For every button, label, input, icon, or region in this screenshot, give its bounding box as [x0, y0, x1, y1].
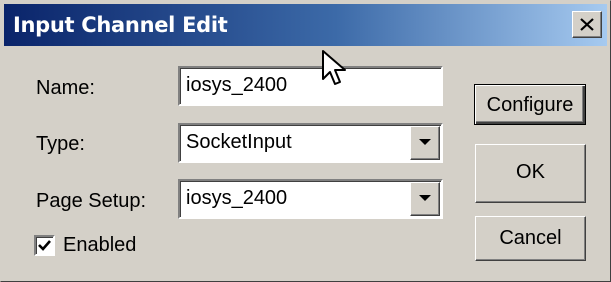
- type-select-value: SocketInput: [186, 131, 292, 153]
- ok-button-label: OK: [516, 161, 545, 183]
- type-label: Type:: [36, 133, 85, 155]
- ok-button[interactable]: OK: [475, 144, 586, 203]
- close-icon: [580, 18, 594, 31]
- name-label: Name:: [36, 77, 95, 99]
- cancel-button-label: Cancel: [499, 227, 562, 249]
- input-channel-edit-dialog: Input Channel Edit Name: iosys_2400 Type…: [0, 0, 611, 282]
- mouse-pointer-icon: [321, 49, 353, 94]
- enabled-label[interactable]: Enabled: [63, 234, 136, 257]
- type-select[interactable]: SocketInput: [178, 123, 443, 163]
- page-setup-select-value: iosys_2400: [186, 187, 288, 209]
- configure-button[interactable]: Configure: [474, 84, 586, 125]
- configure-button-label: Configure: [486, 94, 574, 116]
- name-input-value: iosys_2400: [186, 74, 288, 96]
- cancel-button[interactable]: Cancel: [475, 216, 586, 261]
- chevron-down-icon: [419, 195, 431, 201]
- page-setup-dropdown-button[interactable]: [410, 182, 440, 216]
- enabled-checkbox[interactable]: [34, 235, 55, 256]
- type-dropdown-button[interactable]: [410, 126, 440, 160]
- close-button[interactable]: [572, 11, 602, 38]
- name-input[interactable]: iosys_2400: [178, 66, 443, 106]
- window-title: Input Channel Edit: [13, 13, 228, 37]
- title-bar[interactable]: Input Channel Edit: [4, 4, 607, 46]
- page-setup-select[interactable]: iosys_2400: [178, 179, 443, 219]
- chevron-down-icon: [419, 139, 431, 145]
- checkmark-icon: [38, 240, 51, 251]
- page-setup-label: Page Setup:: [36, 190, 147, 212]
